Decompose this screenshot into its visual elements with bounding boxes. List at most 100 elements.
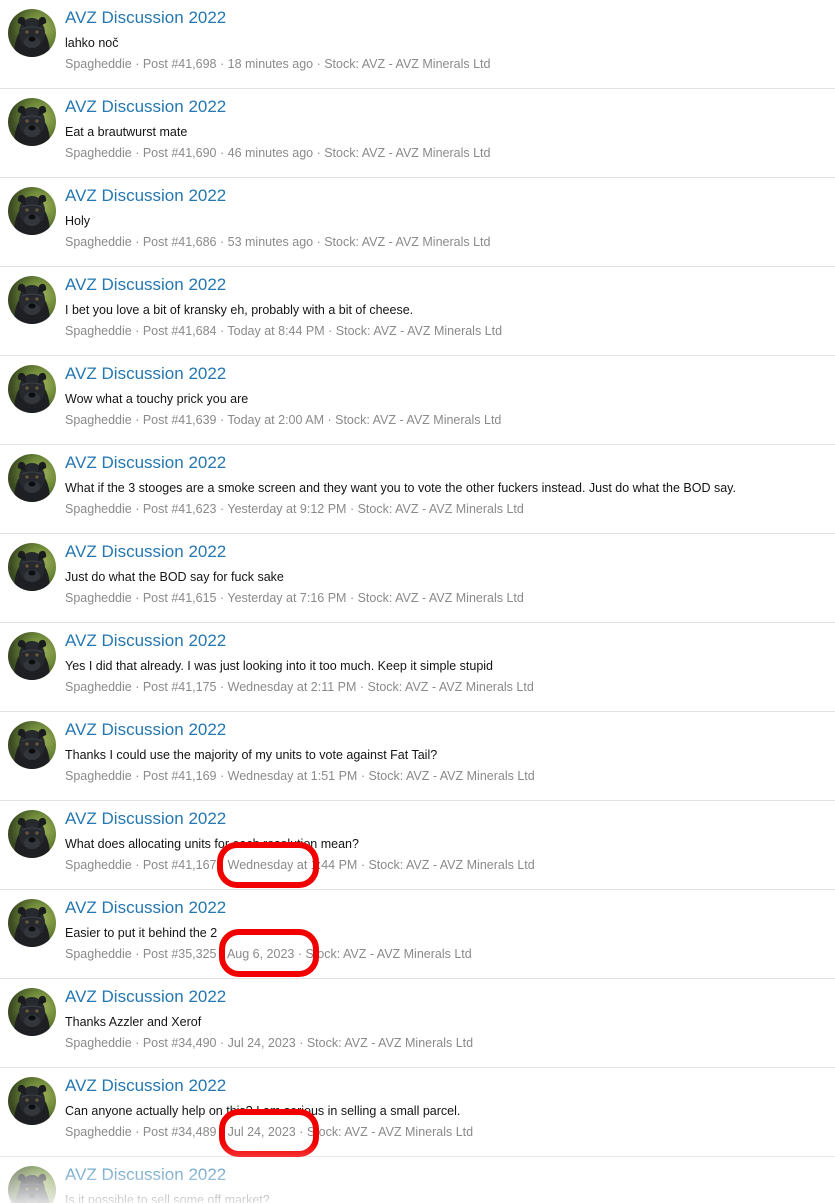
author-link[interactable]: Spagheddie — [65, 146, 132, 160]
stock-link[interactable]: Stock: AVZ - AVZ Minerals Ltd — [324, 57, 490, 71]
post-number-link[interactable]: Post #41,698 — [143, 57, 217, 71]
author-link[interactable]: Spagheddie — [65, 413, 132, 427]
thread-title-link[interactable]: AVZ Discussion 2022 — [65, 1076, 226, 1096]
thread-title-link[interactable]: AVZ Discussion 2022 — [65, 809, 226, 829]
post-timestamp[interactable]: Jul 24, 2023 — [228, 1125, 296, 1139]
author-link[interactable]: Spagheddie — [65, 858, 132, 872]
stock-link[interactable]: Stock: AVZ - AVZ Minerals Ltd — [358, 591, 524, 605]
post-meta: Spagheddie · Post #41,167 · Wednesday at… — [65, 857, 535, 873]
post-timestamp[interactable]: Wednesday at 2:11 PM — [228, 680, 357, 694]
post-number-link[interactable]: Post #34,490 — [143, 1036, 217, 1050]
meta-separator: · — [313, 57, 325, 71]
thread-title-link[interactable]: AVZ Discussion 2022 — [65, 453, 226, 473]
meta-separator: · — [131, 1125, 143, 1139]
thread-title-link[interactable]: AVZ Discussion 2022 — [65, 898, 226, 918]
avatar[interactable] — [8, 1166, 56, 1203]
meta-separator: · — [346, 591, 358, 605]
avatar[interactable] — [8, 1077, 56, 1125]
avatar[interactable] — [8, 899, 56, 947]
post-timestamp[interactable]: 18 minutes ago — [228, 57, 313, 71]
post-timestamp[interactable]: Aug 6, 2023 — [227, 947, 294, 961]
post-timestamp[interactable]: Wednesday at 1:44 PM — [228, 858, 358, 872]
dog-photo-icon — [14, 906, 50, 947]
author-link[interactable]: Spagheddie — [65, 324, 132, 338]
post-timestamp[interactable]: 53 minutes ago — [228, 235, 313, 249]
avatar[interactable] — [8, 543, 56, 591]
post-timestamp[interactable]: Wednesday at 1:51 PM — [228, 769, 358, 783]
thread-title-link[interactable]: AVZ Discussion 2022 — [65, 97, 226, 117]
stock-link[interactable]: Stock: AVZ - AVZ Minerals Ltd — [368, 680, 534, 694]
author-link[interactable]: Spagheddie — [65, 1125, 132, 1139]
thread-title-link[interactable]: AVZ Discussion 2022 — [65, 542, 226, 562]
post-timestamp[interactable]: Today at 2:00 AM — [227, 413, 324, 427]
avatar[interactable] — [8, 276, 56, 324]
author-link[interactable]: Spagheddie — [65, 235, 132, 249]
dog-photo-icon — [14, 194, 50, 235]
post-number-link[interactable]: Post #41,615 — [143, 591, 217, 605]
avatar[interactable] — [8, 9, 56, 57]
stock-link[interactable]: Stock: AVZ - AVZ Minerals Ltd — [307, 1036, 473, 1050]
thread-title-link[interactable]: AVZ Discussion 2022 — [65, 364, 226, 384]
post-number-link[interactable]: Post #41,175 — [143, 680, 217, 694]
post-timestamp[interactable]: Jul 24, 2023 — [228, 1036, 296, 1050]
avatar[interactable] — [8, 810, 56, 858]
post-timestamp[interactable]: 46 minutes ago — [228, 146, 313, 160]
post-number-link[interactable]: Post #41,167 — [143, 858, 217, 872]
post-meta: Spagheddie · Post #41,698 · 18 minutes a… — [65, 56, 490, 72]
author-link[interactable]: Spagheddie — [65, 1036, 132, 1050]
dog-photo-icon — [14, 728, 50, 769]
post-number-link[interactable]: Post #41,686 — [143, 235, 217, 249]
author-link[interactable]: Spagheddie — [65, 769, 132, 783]
meta-separator: · — [357, 769, 369, 783]
stock-link[interactable]: Stock: AVZ - AVZ Minerals Ltd — [335, 413, 501, 427]
stock-link[interactable]: Stock: AVZ - AVZ Minerals Ltd — [368, 769, 534, 783]
stock-link[interactable]: Stock: AVZ - AVZ Minerals Ltd — [324, 235, 490, 249]
stock-link[interactable]: Stock: AVZ - AVZ Minerals Ltd — [307, 1125, 473, 1139]
meta-separator: · — [295, 1036, 307, 1050]
post-snippet: Can anyone actually help on this? I am s… — [65, 1104, 461, 1118]
post-number-link[interactable]: Post #41,169 — [143, 769, 217, 783]
meta-separator: · — [356, 680, 368, 694]
list-item: AVZ Discussion 2022 Is it possible to se… — [0, 1157, 835, 1203]
stock-link[interactable]: Stock: AVZ - AVZ Minerals Ltd — [368, 858, 534, 872]
post-number-link[interactable]: Post #41,639 — [143, 413, 217, 427]
thread-title-link[interactable]: AVZ Discussion 2022 — [65, 275, 226, 295]
avatar[interactable] — [8, 721, 56, 769]
dog-photo-icon — [14, 16, 50, 57]
thread-title-link[interactable]: AVZ Discussion 2022 — [65, 631, 226, 651]
avatar[interactable] — [8, 632, 56, 680]
thread-title-link[interactable]: AVZ Discussion 2022 — [65, 8, 226, 28]
thread-title-link[interactable]: AVZ Discussion 2022 — [65, 987, 226, 1007]
author-link[interactable]: Spagheddie — [65, 591, 132, 605]
avatar[interactable] — [8, 187, 56, 235]
stock-link[interactable]: Stock: AVZ - AVZ Minerals Ltd — [324, 146, 490, 160]
list-item: AVZ Discussion 2022 Thanks Azzler and Xe… — [0, 979, 835, 1068]
author-link[interactable]: Spagheddie — [65, 57, 132, 71]
stock-link[interactable]: Stock: AVZ - AVZ Minerals Ltd — [358, 502, 524, 516]
post-timestamp[interactable]: Yesterday at 7:16 PM — [227, 591, 346, 605]
dog-photo-icon — [14, 1173, 50, 1203]
thread-title-link[interactable]: AVZ Discussion 2022 — [65, 186, 226, 206]
stock-link[interactable]: Stock: AVZ - AVZ Minerals Ltd — [305, 947, 471, 961]
avatar[interactable] — [8, 98, 56, 146]
post-timestamp[interactable]: Today at 8:44 PM — [227, 324, 324, 338]
post-number-link[interactable]: Post #41,684 — [143, 324, 217, 338]
post-number-link[interactable]: Post #41,623 — [143, 502, 217, 516]
post-number-link[interactable]: Post #35,325 — [143, 947, 217, 961]
author-link[interactable]: Spagheddie — [65, 680, 132, 694]
meta-separator: · — [131, 1036, 143, 1050]
thread-title-link[interactable]: AVZ Discussion 2022 — [65, 720, 226, 740]
meta-separator: · — [131, 502, 143, 516]
post-number-link[interactable]: Post #41,690 — [143, 146, 217, 160]
post-number-link[interactable]: Post #34,489 — [143, 1125, 217, 1139]
avatar[interactable] — [8, 454, 56, 502]
avatar[interactable] — [8, 988, 56, 1036]
author-link[interactable]: Spagheddie — [65, 947, 132, 961]
author-link[interactable]: Spagheddie — [65, 502, 132, 516]
meta-separator: · — [313, 235, 325, 249]
thread-title-link[interactable]: AVZ Discussion 2022 — [65, 1165, 226, 1185]
stock-link[interactable]: Stock: AVZ - AVZ Minerals Ltd — [336, 324, 502, 338]
post-timestamp[interactable]: Yesterday at 9:12 PM — [227, 502, 346, 516]
list-item: AVZ Discussion 2022 Can anyone actually … — [0, 1068, 835, 1157]
avatar[interactable] — [8, 365, 56, 413]
